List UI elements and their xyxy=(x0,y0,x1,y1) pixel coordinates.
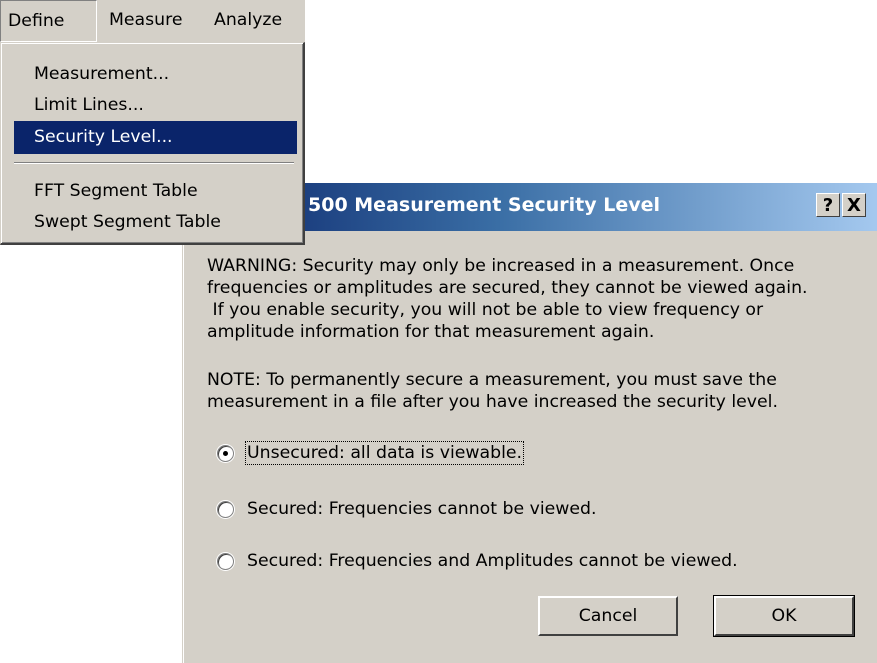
note-text: NOTE: To permanently secure a measuremen… xyxy=(207,369,847,413)
security-level-dialog: 500 Measurement Security Level ? X WARNI… xyxy=(182,183,877,663)
define-menu-dropdown: Measurement... Limit Lines... Security L… xyxy=(0,42,305,245)
option-unsecured[interactable]: Unsecured: all data is viewable. xyxy=(217,441,525,465)
menu-item-limit-lines[interactable]: Limit Lines... xyxy=(14,89,297,122)
menu-define[interactable]: Define xyxy=(0,0,97,42)
menu-item-fft-segment-table[interactable]: FFT Segment Table xyxy=(14,175,297,208)
warning-line: WARNING: Security may only be increased … xyxy=(207,256,795,276)
option-unsecured-label[interactable]: Unsecured: all data is viewable. xyxy=(244,441,525,465)
radio-checked-icon[interactable] xyxy=(217,444,234,462)
radio-unchecked-icon[interactable] xyxy=(217,552,234,570)
close-icon: X xyxy=(847,195,861,216)
menu-measure[interactable]: Measure xyxy=(102,0,189,42)
dialog-title: 500 Measurement Security Level xyxy=(308,194,660,216)
option-secured-frequencies-label[interactable]: Secured: Frequencies cannot be viewed. xyxy=(247,499,597,519)
option-secured-frequencies[interactable]: Secured: Frequencies cannot be viewed. xyxy=(217,498,597,520)
note-line: NOTE: To permanently secure a measuremen… xyxy=(207,370,777,390)
option-secured-frequencies-amplitudes[interactable]: Secured: Frequencies and Amplitudes cann… xyxy=(217,550,738,572)
menu-item-swept-segment-table[interactable]: Swept Segment Table xyxy=(14,206,297,239)
warning-line: amplitude information for that measureme… xyxy=(207,322,655,342)
warning-line: frequencies or amplitudes are secured, t… xyxy=(207,278,808,298)
menu-item-measurement[interactable]: Measurement... xyxy=(14,58,297,91)
cancel-button[interactable]: Cancel xyxy=(538,596,678,636)
menu-separator xyxy=(14,162,294,164)
ok-button[interactable]: OK xyxy=(713,595,855,637)
help-button[interactable]: ? xyxy=(816,193,840,217)
radio-unchecked-icon[interactable] xyxy=(217,500,234,518)
option-secured-frequencies-amplitudes-label[interactable]: Secured: Frequencies and Amplitudes cann… xyxy=(247,551,738,571)
warning-text: WARNING: Security may only be increased … xyxy=(207,255,847,343)
menu-analyze[interactable]: Analyze xyxy=(207,0,289,42)
menu-item-security-level[interactable]: Security Level... xyxy=(14,121,297,154)
menu-bar: Define Measure Analyze xyxy=(0,0,305,42)
note-line: measurement in a file after you have inc… xyxy=(207,392,778,412)
close-button[interactable]: X xyxy=(842,193,866,217)
help-icon: ? xyxy=(822,195,834,216)
warning-line: If you enable security, you will not be … xyxy=(207,300,764,320)
